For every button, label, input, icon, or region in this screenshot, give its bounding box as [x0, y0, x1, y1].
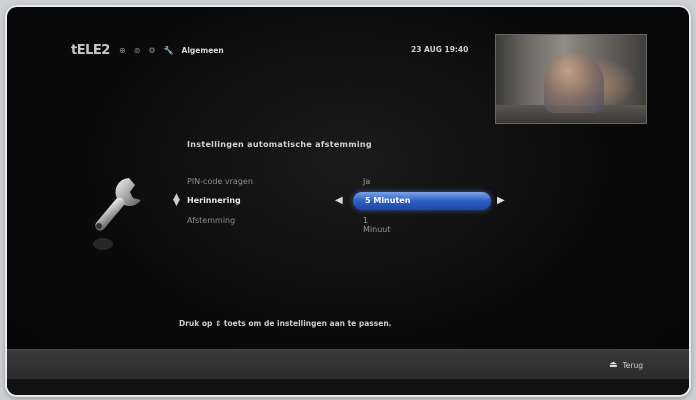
wrench-icon-large	[93, 178, 141, 250]
bottom-strip	[7, 379, 689, 395]
video-person	[544, 53, 604, 113]
crumb-icon-1[interactable]: ⊕	[119, 46, 126, 55]
breadcrumb-current: Algemeen	[181, 46, 224, 55]
selected-value[interactable]: 5 Minuten	[353, 192, 491, 210]
setting-label: Afstemming	[187, 216, 236, 225]
setting-label: PIN-code vragen	[187, 177, 253, 186]
back-label: Terug	[622, 360, 643, 370]
help-text: Druk op ⇕ toets om de instellingen aan t…	[179, 319, 392, 328]
right-arrow-icon[interactable]: ▶	[497, 195, 505, 206]
setting-label: Herinnering	[187, 196, 241, 205]
live-tv-preview	[495, 34, 647, 124]
crumb-icon-2[interactable]: ⊚	[134, 46, 141, 55]
left-arrow-icon[interactable]: ◀	[335, 195, 343, 206]
settings-icon[interactable]: ⚙	[148, 46, 155, 55]
footer-bar: ⏏ Terug	[7, 349, 689, 380]
tele2-logo: tELE2	[71, 43, 110, 58]
up-down-indicator: ▲ ▼	[173, 192, 180, 208]
setting-value: Ja	[363, 177, 371, 186]
panel-title: Instellingen automatische afstemming	[187, 140, 372, 149]
wrench-icon: 🔧	[163, 46, 174, 55]
tv-screen: tELE2 ⊕ ⊚ ⚙ 🔧 Algemeen 23 AUG 19:40 Inst…	[7, 7, 689, 395]
back-button[interactable]: ⏏ Terug	[609, 360, 643, 370]
back-icon: ⏏	[608, 360, 618, 370]
date-time: 23 AUG 19:40	[411, 45, 469, 54]
breadcrumb: ⊕ ⊚ ⚙ 🔧 Algemeen	[119, 46, 224, 55]
setting-value: 1 Minuut	[363, 216, 391, 234]
